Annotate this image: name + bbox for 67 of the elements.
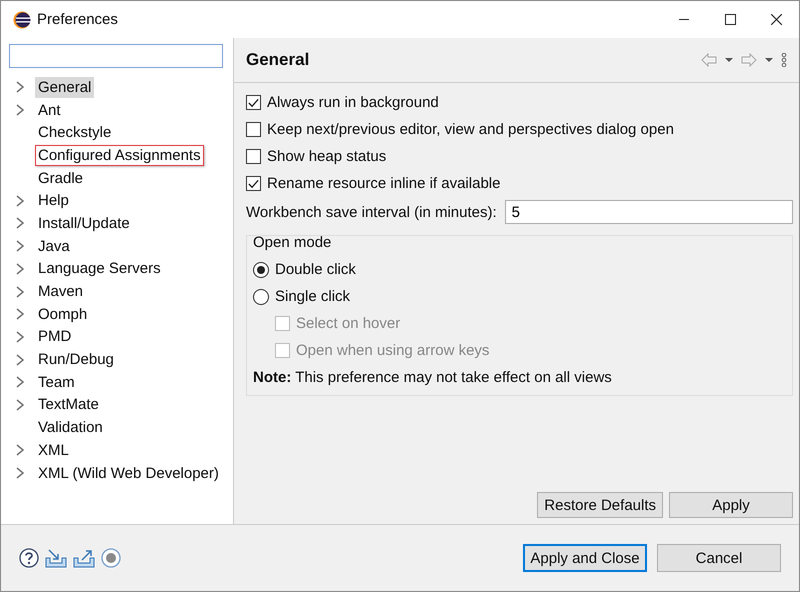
chevron-icon[interactable]: [15, 444, 25, 456]
tree-item[interactable]: Checkstyle: [35, 122, 114, 144]
checkbox[interactable]: [246, 176, 261, 191]
interval-field[interactable]: 5: [504, 200, 793, 224]
tree-item[interactable]: Ant: [35, 100, 64, 121]
chevron-icon[interactable]: [15, 330, 25, 343]
field-label: Workbench save interval (in minutes):: [246, 204, 497, 220]
chevron-icon[interactable]: [15, 286, 25, 298]
group-title: Open mode: [253, 234, 332, 253]
tree-item[interactable]: Language Servers: [35, 258, 164, 280]
window-title: Preferences: [37, 11, 119, 28]
tree-item[interactable]: Configured Assignments: [35, 144, 204, 166]
chevron-icon[interactable]: [15, 376, 25, 388]
chevron-icon[interactable]: [15, 398, 25, 411]
checkbox[interactable]: [246, 149, 261, 164]
checkbox-label: Select on hover: [296, 315, 400, 332]
menu-icon[interactable]: [781, 53, 787, 67]
app-logo-icon: [13, 10, 31, 28]
chevron-icon[interactable]: [15, 104, 25, 116]
tree-item[interactable]: General: [35, 76, 94, 98]
caret-icon[interactable]: [765, 58, 773, 62]
radio-button[interactable]: [253, 262, 269, 278]
checkbox-label: Keep next/previous editor, view and perspectives dialog open: [267, 121, 674, 138]
note-text: Note: This preference may not take effect on all views: [253, 369, 612, 386]
chevron-icon[interactable]: [15, 262, 25, 275]
tree-item[interactable]: Java: [35, 236, 73, 257]
tree-item[interactable]: TextMate: [35, 394, 102, 416]
checkbox-label: Show heap status: [267, 148, 386, 165]
chevron-icon[interactable]: [15, 194, 25, 207]
tree-item[interactable]: Help: [35, 190, 72, 212]
caret-icon[interactable]: [725, 58, 733, 62]
chevron-icon[interactable]: [15, 308, 25, 320]
record-icon[interactable]: [101, 548, 121, 568]
chevron-icon[interactable]: [15, 354, 25, 366]
tree-item[interactable]: Run/Debug: [35, 349, 117, 370]
tree-item[interactable]: Oomph: [35, 304, 90, 325]
tree-item[interactable]: Gradle: [35, 168, 86, 189]
chevron-icon[interactable]: [15, 240, 25, 252]
tree-item[interactable]: Install/Update: [35, 212, 133, 234]
filter-field[interactable]: [9, 44, 223, 68]
tree-item[interactable]: XML (Wild Web Developer): [35, 462, 222, 484]
checkbox-label: Open when using arrow keys: [296, 342, 490, 359]
chevron-icon[interactable]: [15, 217, 25, 230]
maximize-icon[interactable]: [724, 14, 736, 25]
radio-button[interactable]: [253, 288, 269, 304]
tree-item[interactable]: PMD: [35, 326, 74, 348]
action-button[interactable]: Apply: [669, 492, 793, 518]
chevron-icon[interactable]: [15, 81, 25, 94]
radio-label: Double click: [275, 261, 356, 278]
tree-item[interactable]: Maven: [35, 281, 86, 302]
action-button[interactable]: Restore Defaults: [537, 492, 663, 518]
dialog-button[interactable]: Apply and Close: [523, 544, 647, 572]
import-icon[interactable]: [45, 548, 67, 568]
chevron-icon[interactable]: [15, 467, 25, 480]
checkbox[interactable]: [246, 122, 261, 137]
checkbox[interactable]: [246, 95, 261, 110]
page-title: General: [246, 50, 310, 70]
tree-item[interactable]: Validation: [35, 417, 106, 438]
checkbox-label: Always run in background: [267, 94, 439, 111]
close-icon[interactable]: [770, 14, 782, 25]
help-icon[interactable]: [19, 548, 39, 568]
checkbox-label: Rename resource inline if available: [267, 175, 500, 192]
tree-item[interactable]: Team: [35, 372, 78, 393]
radio-label: Single click: [275, 288, 350, 305]
tree-item[interactable]: XML: [35, 440, 72, 461]
export-icon[interactable]: [73, 548, 95, 568]
dialog-button[interactable]: Cancel: [657, 544, 781, 572]
